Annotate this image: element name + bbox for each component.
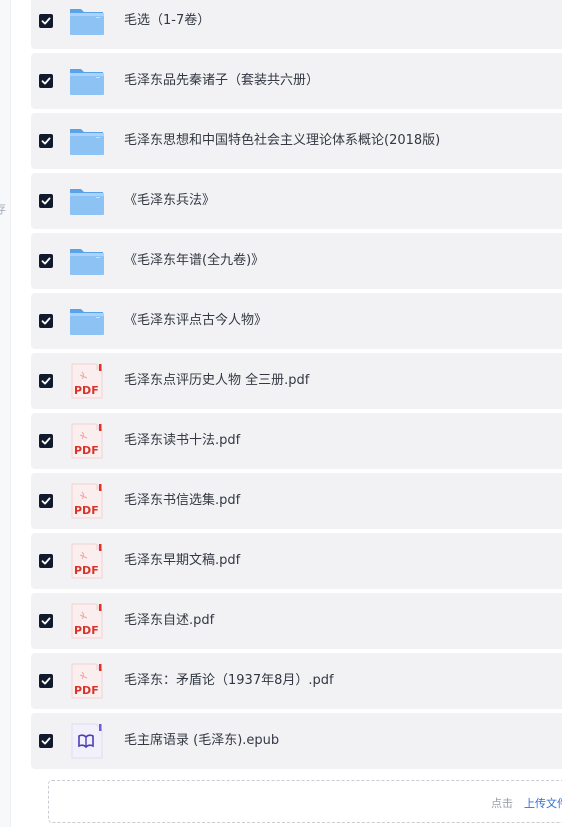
file-row[interactable]: 毛主席语录 (毛泽东).epub	[31, 713, 562, 769]
upload-dropzone[interactable]: 点击 上传文件	[48, 780, 562, 823]
file-row[interactable]: 《毛泽东兵法》	[31, 173, 562, 229]
file-row[interactable]: 《毛泽东年谱(全九卷)》	[31, 233, 562, 289]
file-name[interactable]: 毛选（1-7卷）	[124, 12, 210, 30]
pdf-file-icon: PDF	[69, 483, 105, 519]
file-row[interactable]: PDF 毛泽东点评历史人物 全三册.pdf	[31, 353, 562, 409]
pdf-file-icon: PDF	[69, 663, 105, 699]
file-name[interactable]: 毛泽东品先秦诸子（套装共六册）	[124, 72, 319, 90]
folder-icon	[69, 3, 105, 39]
file-row[interactable]: PDF 毛泽东自述.pdf	[31, 593, 562, 649]
row-checkbox[interactable]	[39, 434, 53, 448]
file-name[interactable]: 毛主席语录 (毛泽东).epub	[124, 732, 279, 750]
file-name[interactable]: 毛泽东点评历史人物 全三册.pdf	[124, 372, 309, 390]
file-name[interactable]: 毛泽东：矛盾论（1937年8月）.pdf	[124, 672, 334, 690]
svg-text:PDF: PDF	[74, 684, 99, 697]
upload-hint: 点击	[491, 797, 513, 810]
row-checkbox[interactable]	[39, 554, 53, 568]
row-checkbox[interactable]	[39, 14, 53, 28]
pdf-file-icon: PDF	[69, 603, 105, 639]
file-name[interactable]: 毛泽东思想和中国特色社会主义理论体系概论(2018版)	[124, 132, 440, 150]
file-name[interactable]: 《毛泽东兵法》	[124, 192, 215, 210]
folder-icon	[69, 243, 105, 279]
row-checkbox[interactable]	[39, 134, 53, 148]
svg-text:PDF: PDF	[74, 504, 99, 517]
file-row[interactable]: PDF 毛泽东早期文稿.pdf	[31, 533, 562, 589]
file-row[interactable]: PDF 毛泽东书信选集.pdf	[31, 473, 562, 529]
row-checkbox[interactable]	[39, 254, 53, 268]
folder-icon	[69, 123, 105, 159]
file-row[interactable]: 毛泽东思想和中国特色社会主义理论体系概论(2018版)	[31, 113, 562, 169]
row-checkbox[interactable]	[39, 314, 53, 328]
folder-icon	[69, 63, 105, 99]
file-name[interactable]: 毛泽东读书十法.pdf	[124, 432, 240, 450]
file-row[interactable]: PDF 毛泽东读书十法.pdf	[31, 413, 562, 469]
svg-text:PDF: PDF	[74, 624, 99, 637]
upload-file-link[interactable]: 上传文件	[524, 795, 562, 811]
file-name[interactable]: 毛泽东书信选集.pdf	[124, 492, 240, 510]
file-list: 毛选（1-7卷） 毛泽东品先秦诸子（套装共六册） 毛泽东思想和中国特色社会主义理论体…	[31, 0, 562, 773]
row-checkbox[interactable]	[39, 494, 53, 508]
epub-book-icon	[69, 723, 105, 759]
folder-icon	[69, 183, 105, 219]
pdf-file-icon: PDF	[69, 543, 105, 579]
pdf-file-icon: PDF	[69, 363, 105, 399]
row-checkbox[interactable]	[39, 194, 53, 208]
row-checkbox[interactable]	[39, 614, 53, 628]
file-row[interactable]: 毛泽东品先秦诸子（套装共六册）	[31, 53, 562, 109]
file-name[interactable]: 《毛泽东年谱(全九卷)》	[124, 252, 264, 270]
row-checkbox[interactable]	[39, 74, 53, 88]
svg-text:PDF: PDF	[74, 444, 99, 457]
file-row[interactable]: 《毛泽东评点古今人物》	[31, 293, 562, 349]
pdf-file-icon: PDF	[69, 423, 105, 459]
sidebar-edge-text: 存	[0, 202, 7, 216]
file-name[interactable]: 毛泽东自述.pdf	[124, 612, 214, 630]
svg-text:PDF: PDF	[74, 564, 99, 577]
row-checkbox[interactable]	[39, 374, 53, 388]
svg-text:PDF: PDF	[74, 384, 99, 397]
file-name[interactable]: 毛泽东早期文稿.pdf	[124, 552, 240, 570]
sidebar-edge: 存	[0, 0, 11, 827]
file-name[interactable]: 《毛泽东评点古今人物》	[124, 312, 267, 330]
row-checkbox[interactable]	[39, 734, 53, 748]
file-row[interactable]: PDF 毛泽东：矛盾论（1937年8月）.pdf	[31, 653, 562, 709]
row-checkbox[interactable]	[39, 674, 53, 688]
file-row[interactable]: 毛选（1-7卷）	[31, 0, 562, 49]
folder-icon	[69, 303, 105, 339]
